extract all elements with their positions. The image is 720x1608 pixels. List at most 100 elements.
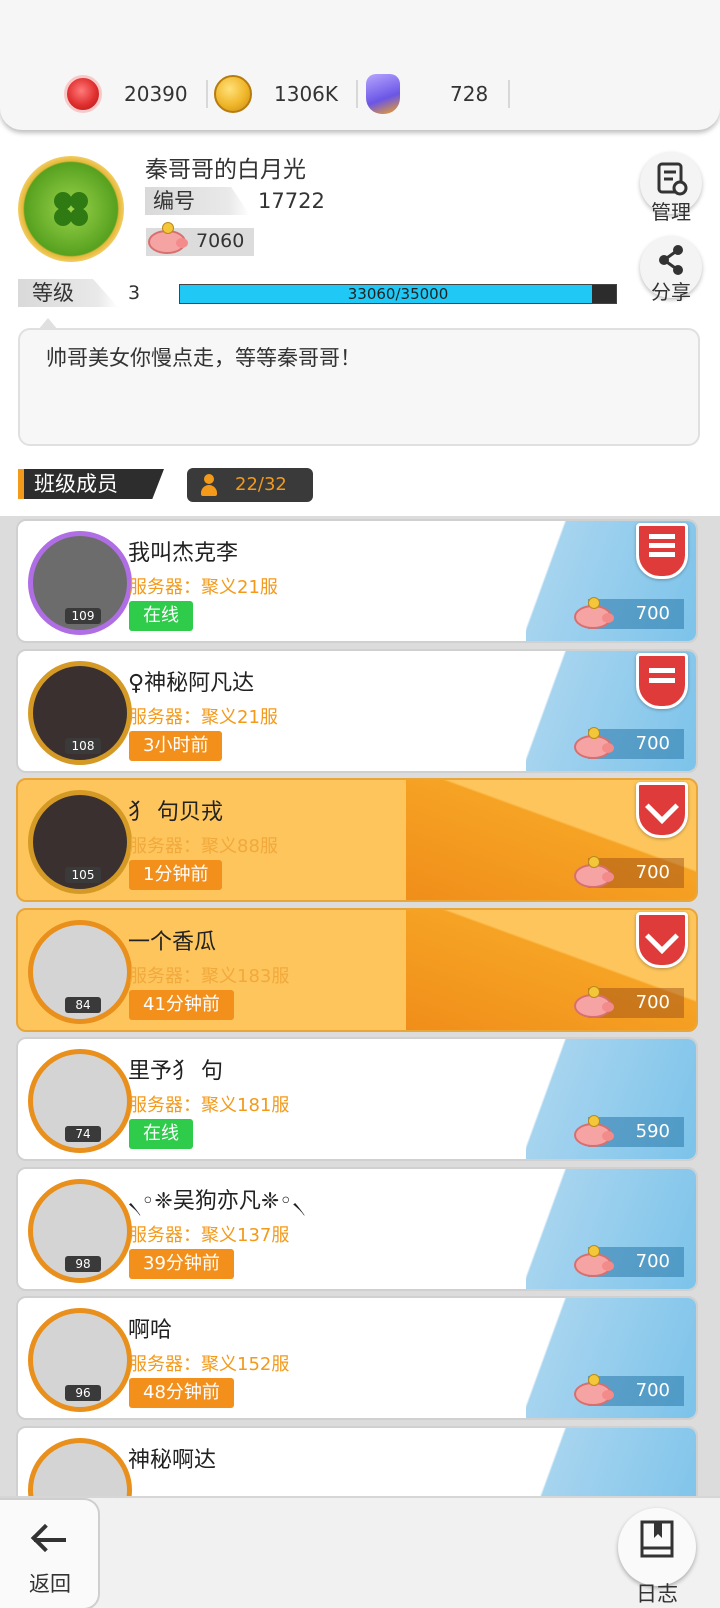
motto-text: 帅哥美女你慢点走，等等秦哥哥！ — [46, 346, 361, 370]
piggy-bank-icon — [574, 726, 614, 759]
xp-progress-text: 33060/35000 — [347, 285, 449, 303]
level-label: 等级 — [18, 279, 118, 307]
member-status: 1分钟前 — [129, 860, 223, 890]
arrow-left-icon — [30, 1523, 66, 1556]
id-label: 编号 — [145, 187, 250, 215]
card-decoration — [526, 1427, 696, 1496]
gold-coin-icon — [214, 75, 252, 113]
role-badge-icon — [636, 652, 688, 709]
document-settings-icon — [657, 162, 688, 196]
member-avatar[interactable]: 105 — [28, 790, 132, 894]
member-server: 服务器：聚义152服 — [129, 1354, 290, 1375]
resource-red-gem: 20390 — [64, 74, 208, 114]
piggy-bank-icon — [574, 1115, 614, 1147]
back-button[interactable]: 返回 — [0, 1498, 100, 1608]
member-server: 服务器：聚义88服 — [129, 836, 278, 857]
member-level: 96 — [65, 1385, 101, 1401]
member-card[interactable]: 109 我叫杰克李 服务器：聚义21服 在线 700 — [16, 519, 698, 643]
piggy-bank-icon — [574, 985, 614, 1018]
member-server: 服务器：聚义21服 — [129, 577, 278, 598]
person-icon — [201, 474, 217, 496]
resource-value: 728 — [450, 82, 489, 106]
manage-label: 管理 — [651, 200, 691, 224]
member-name: 我叫杰克李 — [128, 541, 239, 566]
share-label: 分享 — [651, 280, 691, 304]
clover-icon — [54, 192, 88, 226]
member-status: 在线 — [129, 1119, 193, 1149]
log-label: 日志 — [636, 1582, 678, 1606]
member-card[interactable]: 108 ♀神秘阿凡达 服务器：聚义21服 3小时前 700 — [16, 648, 698, 773]
resource-value: 20390 — [124, 82, 188, 106]
divider — [206, 80, 208, 108]
resource-crystal: 728 — [366, 74, 510, 114]
member-name: ৲◦❈吴狗亦凡❈◦৲ — [128, 1188, 306, 1214]
member-avatar[interactable] — [28, 1437, 132, 1496]
member-level: 109 — [65, 608, 101, 624]
member-name: 里予犭 句 — [128, 1059, 223, 1084]
piggy-bank-icon — [574, 1374, 614, 1406]
member-server: 服务器：聚义21服 — [129, 706, 278, 728]
member-server: 服务器：聚义137服 — [129, 1224, 290, 1246]
member-card[interactable]: 105 犭 句贝戎 服务器：聚义88服 1分钟前 700 — [16, 778, 698, 902]
piggy-bank-icon — [574, 856, 614, 888]
log-button[interactable] — [618, 1508, 696, 1586]
resource-bar: 20390 1306K 728 — [0, 0, 720, 130]
member-status: 39分钟前 — [129, 1248, 234, 1279]
member-card[interactable]: 84 一个香瓜 服务器：聚义183服 41分钟前 700 — [16, 907, 698, 1032]
member-level: 105 — [65, 867, 101, 883]
share-button[interactable]: 分享 — [640, 236, 702, 304]
member-avatar[interactable]: 74 — [28, 1049, 132, 1153]
member-server: 服务器：聚义183服 — [129, 965, 290, 987]
piggy-value: 7060 — [196, 230, 245, 252]
manage-button[interactable]: 管理 — [640, 152, 702, 224]
member-list[interactable]: 109 我叫杰克李 服务器：聚义21服 在线 700 108 ♀神秘阿凡达 服务器：聚义21服… — [0, 516, 720, 1496]
motto-bubble[interactable]: 帅哥美女你慢点走，等等秦哥哥！ — [18, 318, 700, 446]
member-name: 啊哈 — [128, 1318, 173, 1343]
resource-value: 1306K — [274, 82, 339, 106]
member-name: ♀神秘阿凡达 — [128, 670, 255, 696]
share-icon — [659, 245, 683, 275]
members-section-title: 班级成员 — [18, 469, 164, 499]
member-card[interactable]: 神秘啊达 — [16, 1425, 698, 1496]
book-icon — [640, 1520, 674, 1558]
member-status: 48分钟前 — [129, 1378, 234, 1408]
member-name: 一个香瓜 — [128, 929, 217, 955]
red-gem-coin-icon — [64, 75, 102, 113]
member-server: 服务器：聚义181服 — [129, 1095, 290, 1116]
member-avatar[interactable]: 96 — [28, 1308, 132, 1412]
member-avatar[interactable]: 109 — [28, 531, 132, 635]
class-avatar[interactable] — [18, 156, 124, 262]
level-value: 3 — [128, 282, 141, 304]
class-name: 秦哥哥的白月光 — [145, 157, 306, 183]
member-card[interactable]: 98 ৲◦❈吴狗亦凡❈◦৲ 服务器：聚义137服 39分钟前 700 — [16, 1166, 698, 1291]
role-badge-icon — [636, 523, 688, 579]
member-level: 84 — [65, 996, 101, 1013]
member-level: 108 — [65, 737, 101, 754]
member-name: 犭 句贝戎 — [128, 800, 223, 825]
divider — [508, 80, 510, 108]
piggy-bank-icon — [148, 222, 188, 254]
member-name: 神秘啊达 — [128, 1447, 217, 1473]
divider — [356, 80, 358, 108]
member-avatar[interactable]: 84 — [28, 919, 132, 1024]
role-badge-icon — [636, 911, 688, 968]
member-status: 3小时前 — [129, 730, 223, 761]
member-avatar[interactable]: 108 — [28, 660, 132, 765]
id-value: 17722 — [258, 189, 325, 213]
member-status: 在线 — [129, 601, 193, 631]
member-level: 74 — [65, 1126, 101, 1142]
xp-progress-bar: 33060/35000 — [179, 284, 617, 304]
role-badge-icon — [636, 782, 688, 838]
piggy-bank-icon — [574, 1244, 614, 1277]
member-card[interactable]: 74 里予犭 句服务器：聚义181服 在线 590 — [16, 1037, 698, 1161]
member-card[interactable]: 96 啊哈 服务器：聚义152服 48分钟前 700 — [16, 1296, 698, 1420]
member-count: 22/32 — [235, 474, 287, 495]
member-avatar[interactable]: 98 — [28, 1178, 132, 1283]
bottom-bar: 返回 日志 — [0, 1496, 720, 1608]
member-count-pill: 22/32 — [187, 468, 313, 502]
member-status: 41分钟前 — [129, 989, 234, 1020]
piggy-bank-icon — [574, 597, 614, 629]
member-level: 98 — [65, 1255, 101, 1272]
crystal-key-icon — [366, 74, 400, 114]
resource-gold: 1306K — [214, 74, 358, 114]
